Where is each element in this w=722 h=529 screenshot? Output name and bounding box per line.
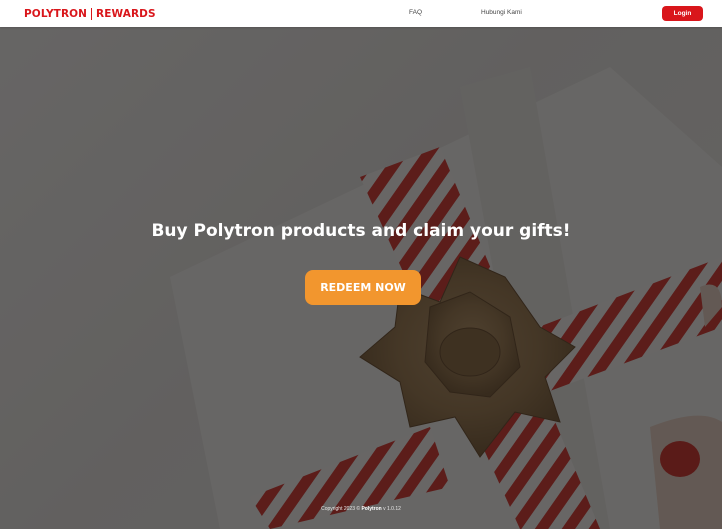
app-version: v 1.0.12 bbox=[383, 506, 401, 512]
nav-link-faq[interactable]: FAQ bbox=[409, 9, 422, 16]
hero-headline: Buy Polytron products and claim your gif… bbox=[151, 221, 571, 241]
logo-divider bbox=[91, 8, 93, 20]
top-navbar: POLYTRON REWARDS FAQ Hubungi Kami Login bbox=[0, 0, 722, 27]
polytron-rewards-logo[interactable]: POLYTRON REWARDS bbox=[24, 7, 156, 21]
redeem-now-button[interactable]: REDEEM NOW bbox=[305, 270, 421, 305]
nav-link-hubungi-kami[interactable]: Hubungi Kami bbox=[481, 9, 522, 16]
logo-brand-text: POLYTRON bbox=[24, 8, 88, 20]
hero-section: Buy Polytron products and claim your gif… bbox=[0, 27, 722, 529]
copyright-brand: Polytron bbox=[361, 506, 382, 512]
login-button[interactable]: Login bbox=[662, 6, 703, 21]
copyright-prefix: Copyright 2023 © bbox=[321, 506, 361, 512]
footer-copyright: Copyright 2023 © Polytron v 1.0.12 bbox=[0, 506, 722, 512]
logo-rewards-text: REWARDS bbox=[96, 8, 156, 20]
